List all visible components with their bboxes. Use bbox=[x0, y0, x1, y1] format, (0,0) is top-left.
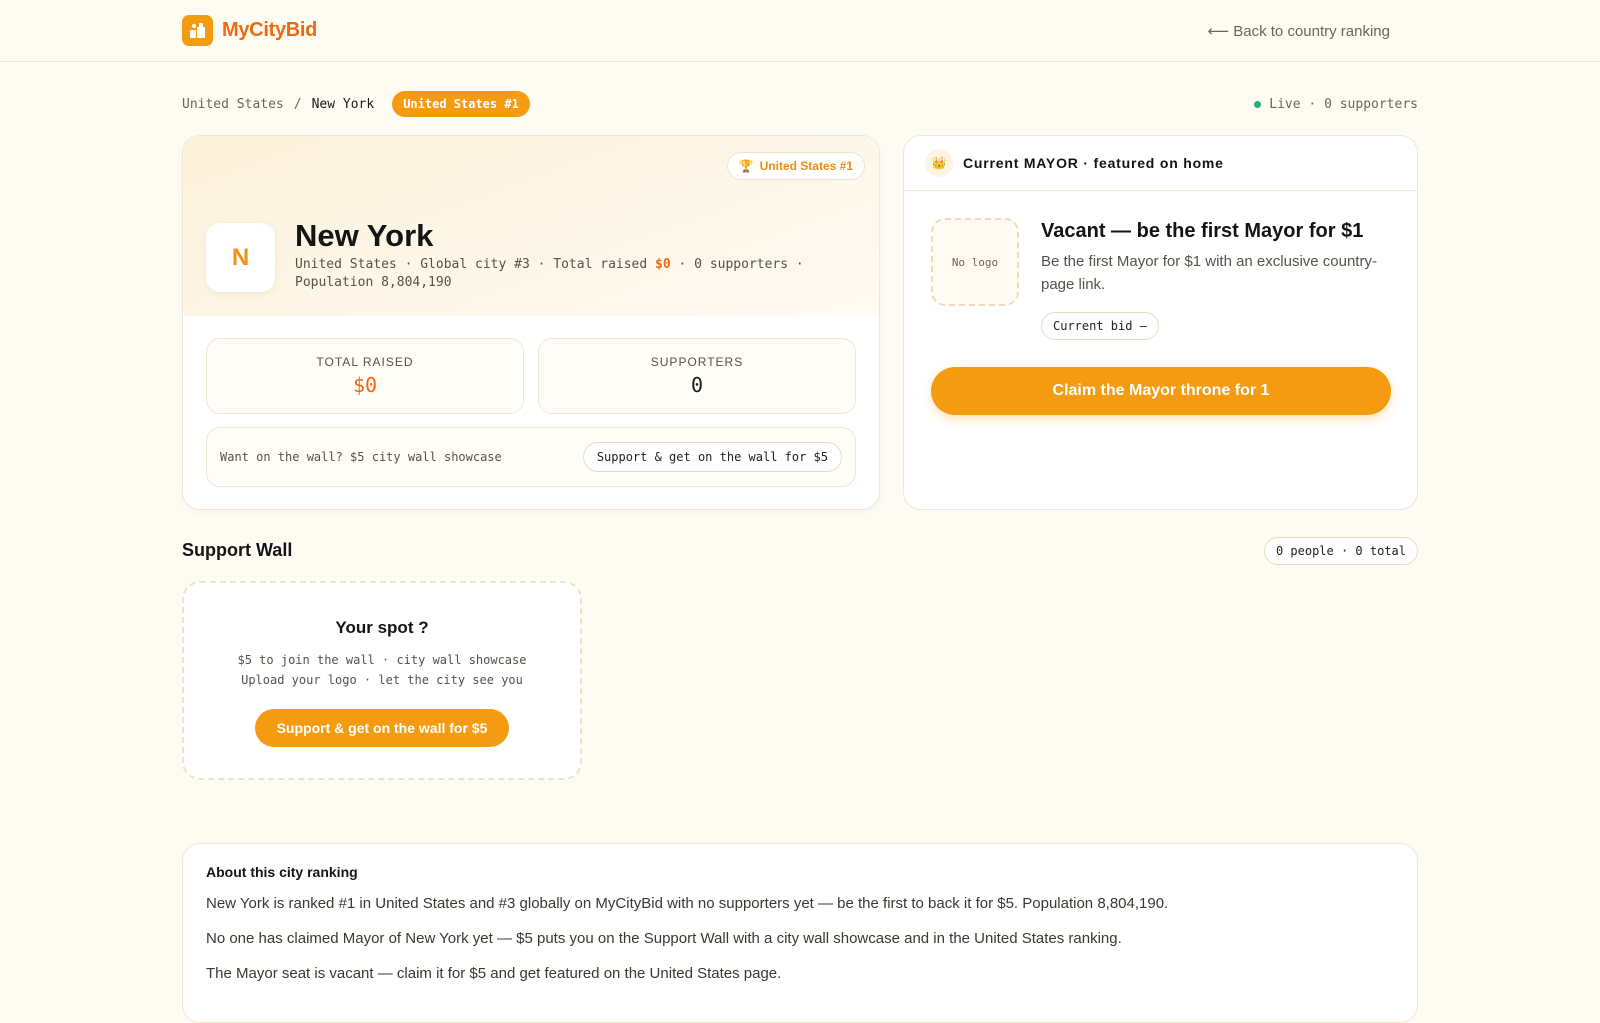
your-spot-title: Your spot ? bbox=[335, 618, 429, 637]
support-wall-button[interactable]: Support & get on the wall for $5 bbox=[582, 442, 842, 472]
trophy-icon: 🏆 bbox=[738, 159, 754, 173]
city-title: New York bbox=[295, 218, 434, 253]
mayor-title: Vacant — be the first Mayor for $1 bbox=[1041, 220, 1364, 242]
stat-label: TOTAL RAISED bbox=[316, 355, 414, 369]
mayor-description: Be the first Mayor for $1 with an exclus… bbox=[1041, 253, 1377, 293]
support-wall-title: Support Wall bbox=[182, 540, 293, 560]
city-meta-prefix: United States · Global city #3 · Total r… bbox=[295, 257, 656, 272]
stat-total-raised: TOTAL RAISED $0 bbox=[206, 338, 524, 414]
city-hero: 🏆 United States #1 N New York United Sta… bbox=[183, 136, 879, 316]
breadcrumb-separator: / bbox=[293, 96, 302, 112]
wall-prompt-text: Want on the wall? $5 city wall showcase bbox=[220, 450, 502, 464]
your-spot-support-button[interactable]: Support & get on the wall for $5 bbox=[254, 709, 510, 747]
your-spot-line-1: $5 to join the wall · city wall showcase bbox=[237, 653, 527, 667]
about-section: About this city ranking New York is rank… bbox=[182, 843, 1418, 1023]
stat-supporters: SUPPORTERS 0 bbox=[538, 338, 856, 414]
top-bar: MyCityBid ⟵ Back to country ranking bbox=[0, 0, 1600, 62]
live-status: Live · 0 supporters bbox=[1254, 97, 1418, 112]
hero-rank-text: United States #1 bbox=[759, 159, 853, 173]
breadcrumb-row: United States / New York United States #… bbox=[182, 90, 1418, 118]
mayor-card-header-text: Current MAYOR · featured on home bbox=[963, 155, 1224, 171]
mayor-card-header: 👑 Current MAYOR · featured on home bbox=[904, 136, 1417, 191]
hero-rank-badge: 🏆 United States #1 bbox=[726, 152, 865, 180]
about-paragraph: New York is ranked #1 in United States a… bbox=[206, 895, 1169, 912]
back-to-country-ranking-link[interactable]: ⟵ Back to country ranking bbox=[1208, 22, 1390, 40]
city-meta: United States · Global city #3 · Total r… bbox=[295, 256, 855, 292]
about-paragraph: The Mayor seat is vacant — claim it for … bbox=[206, 965, 782, 982]
city-stats: TOTAL RAISED $0 SUPPORTERS 0 bbox=[206, 338, 856, 414]
city-meta-total: $0 bbox=[655, 257, 671, 272]
mayor-card: 👑 Current MAYOR · featured on home No lo… bbox=[903, 135, 1418, 510]
stat-value: $0 bbox=[352, 373, 378, 397]
mayor-logo-placeholder: No logo bbox=[931, 218, 1019, 306]
support-wall-count: 0 people · 0 total bbox=[1263, 537, 1418, 565]
brand[interactable]: MyCityBid bbox=[182, 15, 317, 46]
city-card: 🏆 United States #1 N New York United Sta… bbox=[182, 135, 880, 510]
wall-prompt-strip: Want on the wall? $5 city wall showcase … bbox=[206, 427, 856, 487]
live-dot-icon bbox=[1254, 100, 1262, 108]
breadcrumb-city: New York bbox=[311, 96, 375, 112]
city-avatar: N bbox=[206, 223, 275, 292]
stat-value: 0 bbox=[690, 373, 704, 397]
your-spot-card: Your spot ? $5 to join the wall · city w… bbox=[182, 581, 582, 780]
your-spot-line-2: Upload your logo · let the city see you bbox=[241, 673, 523, 687]
stat-label: SUPPORTERS bbox=[650, 355, 744, 369]
country-rank-badge: United States #1 bbox=[392, 91, 530, 117]
breadcrumb-country[interactable]: United States bbox=[182, 97, 284, 112]
brand-logo-icon bbox=[182, 15, 213, 46]
claim-mayor-button[interactable]: Claim the Mayor throne for 1 bbox=[931, 367, 1391, 415]
about-paragraph: No one has claimed Mayor of New York yet… bbox=[206, 930, 1122, 947]
live-status-text: Live · 0 supporters bbox=[1269, 96, 1418, 112]
brand-name: MyCityBid bbox=[222, 19, 318, 41]
crown-icon: 👑 bbox=[925, 149, 953, 177]
breadcrumb: United States / New York United States #… bbox=[182, 91, 530, 117]
current-bid-badge: Current bid — bbox=[1041, 312, 1159, 340]
about-title: About this city ranking bbox=[206, 864, 358, 880]
